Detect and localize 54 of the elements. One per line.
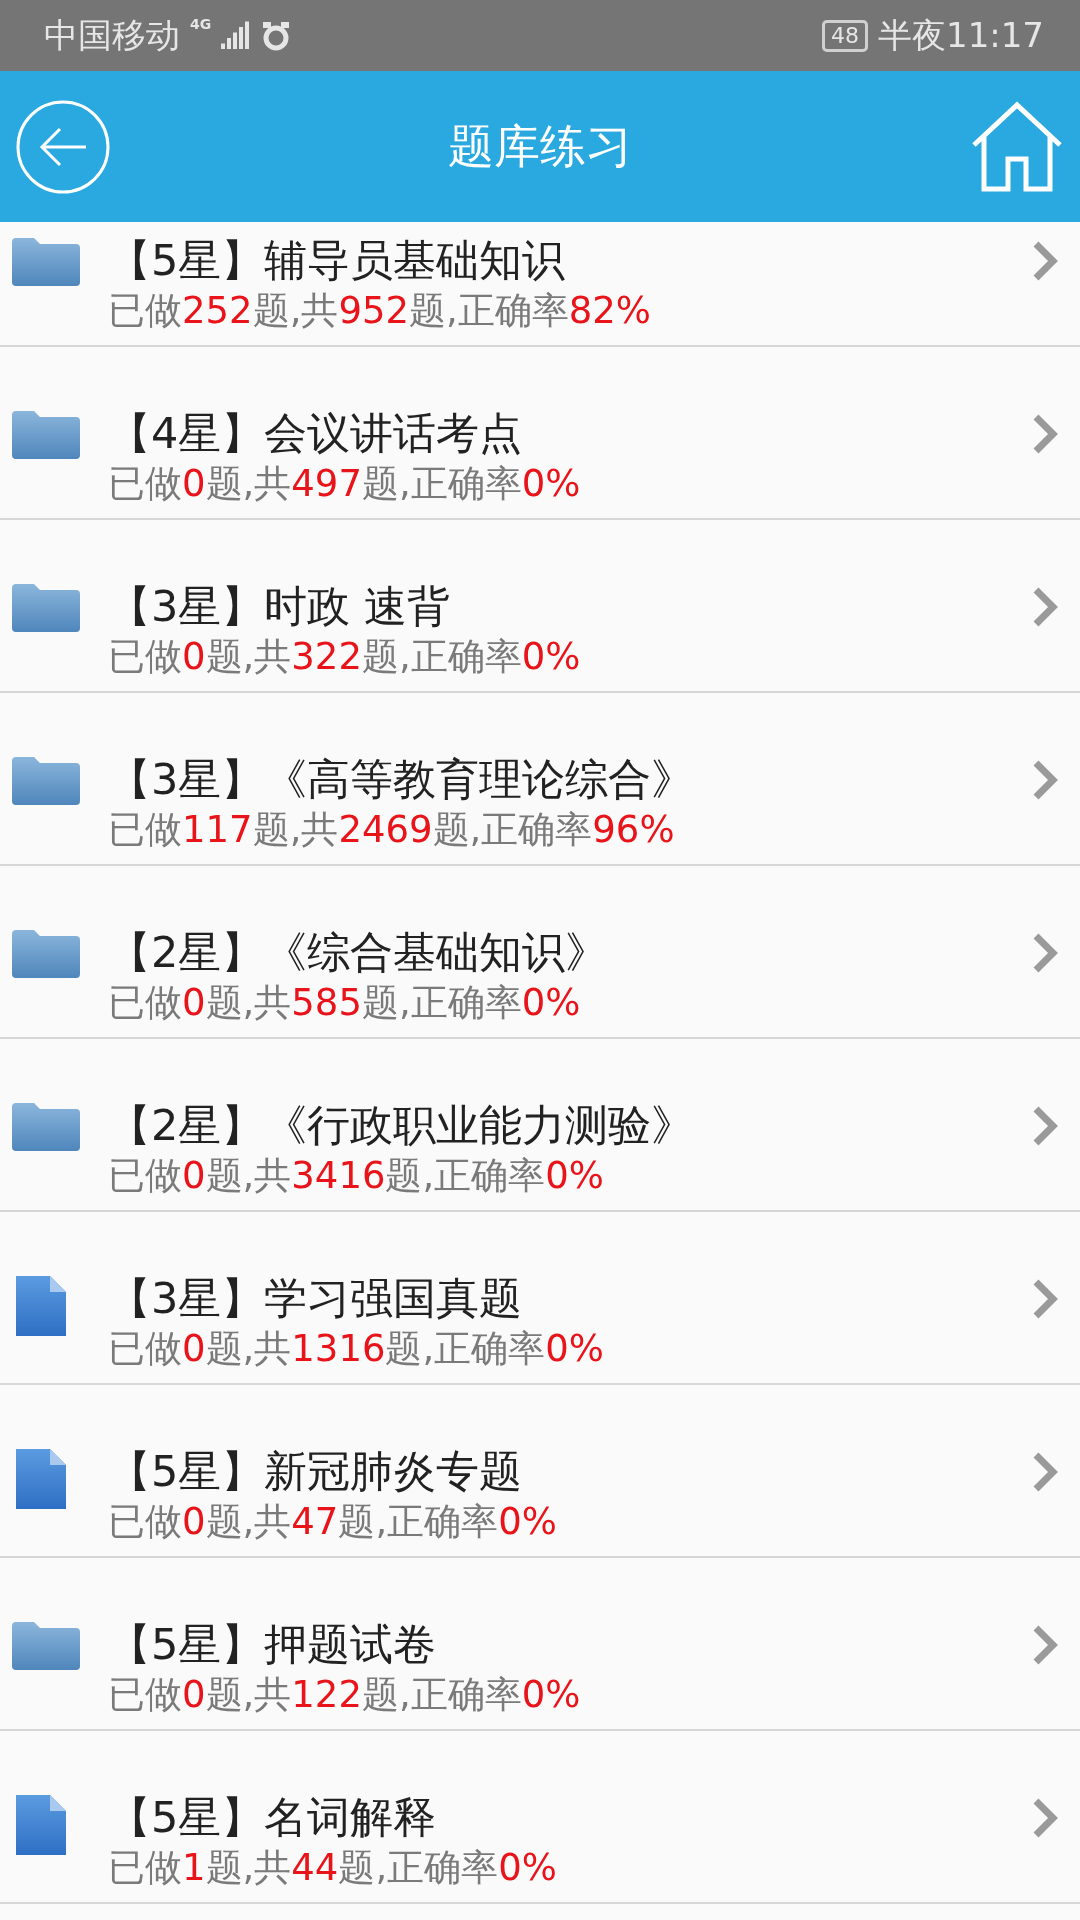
progress-text: 已做0题,共497题,正确率0% xyxy=(108,461,582,507)
question-bank-item[interactable]: 【2星】《行政职业能力测验》 已做0题,共3416题,正确率0% xyxy=(0,1039,1080,1212)
chevron-right-icon xyxy=(1032,1278,1058,1320)
folder-icon xyxy=(10,755,82,807)
question-bank-item[interactable]: 【3星】学习强国真题 已做0题,共1316题,正确率0% xyxy=(0,1212,1080,1385)
progress-text: 已做1题,共44题,正确率0% xyxy=(108,1845,558,1891)
item-title: 【2星】《行政职业能力测验》 xyxy=(108,1099,696,1152)
progress-text: 已做0题,共3416题,正确率0% xyxy=(108,1153,605,1199)
progress-text: 已做0题,共585题,正确率0% xyxy=(108,980,582,1026)
question-bank-item[interactable]: 【5星】新冠肺炎专题 已做0题,共47题,正确率0% xyxy=(0,1385,1080,1558)
folder-icon xyxy=(10,409,82,461)
question-bank-item[interactable]: 【5星】名词解释 已做1题,共44题,正确率0% xyxy=(0,1731,1080,1904)
folder-icon xyxy=(10,928,82,980)
progress-text: 已做252题,共952题,正确率82% xyxy=(108,288,653,334)
question-bank-item[interactable]: 【3星】《高等教育理论综合》 已做117题,共2469题,正确率96% xyxy=(0,693,1080,866)
question-bank-item[interactable]: 【5星】押题试卷 已做0题,共122题,正确率0% xyxy=(0,1558,1080,1731)
item-title: 【5星】名词解释 xyxy=(108,1791,438,1844)
folder-icon xyxy=(10,236,82,288)
chevron-right-icon xyxy=(1032,240,1058,282)
folder-icon xyxy=(10,1101,82,1153)
question-bank-item[interactable]: 【3星】时政 速背 已做0题,共322题,正确率0% xyxy=(0,520,1080,693)
item-title: 【5星】新冠肺炎专题 xyxy=(108,1445,524,1498)
chevron-right-icon xyxy=(1032,413,1058,455)
item-title: 【2星】《综合基础知识》 xyxy=(108,926,610,979)
folder-icon xyxy=(10,582,82,634)
chevron-right-icon xyxy=(1032,1797,1058,1839)
chevron-right-icon xyxy=(1032,1451,1058,1493)
item-title: 【5星】押题试卷 xyxy=(108,1618,438,1671)
chevron-right-icon xyxy=(1032,586,1058,628)
item-title: 【5星】辅导员基础知识 xyxy=(108,234,567,287)
battery-level: 48 xyxy=(822,19,868,52)
item-title: 【3星】学习强国真题 xyxy=(108,1272,524,1325)
progress-text: 已做117题,共2469题,正确率96% xyxy=(108,807,676,853)
chevron-right-icon xyxy=(1032,1624,1058,1666)
chevron-right-icon xyxy=(1032,932,1058,974)
item-title: 【3星】时政 速背 xyxy=(108,580,452,633)
question-bank-item[interactable]: 【2星】《综合基础知识》 已做0题,共585题,正确率0% xyxy=(0,866,1080,1039)
progress-text: 已做0题,共47题,正确率0% xyxy=(108,1499,558,1545)
chevron-right-icon xyxy=(1032,759,1058,801)
carrier-name: 中国移动 xyxy=(44,13,180,57)
question-bank-item[interactable]: 【5星】辅导员基础知识 已做252题,共952题,正确率82% xyxy=(0,222,1080,347)
progress-text: 已做0题,共322题,正确率0% xyxy=(108,634,582,680)
chevron-right-icon xyxy=(1032,1105,1058,1147)
folder-icon xyxy=(10,1620,82,1672)
question-bank-item[interactable]: 【4星】会议讲话考点 已做0题,共497题,正确率0% xyxy=(0,347,1080,520)
item-title: 【3星】《高等教育理论综合》 xyxy=(108,753,696,806)
network-type: 4G xyxy=(190,16,212,32)
progress-text: 已做0题,共122题,正确率0% xyxy=(108,1672,582,1718)
clock: 半夜11:17 xyxy=(878,13,1044,57)
alarm-icon xyxy=(261,19,292,52)
progress-text: 已做0题,共1316题,正确率0% xyxy=(108,1326,605,1372)
page-title: 题库练习 xyxy=(448,117,632,175)
item-title: 【4星】会议讲话考点 xyxy=(108,407,524,460)
signal-icon xyxy=(221,20,252,51)
